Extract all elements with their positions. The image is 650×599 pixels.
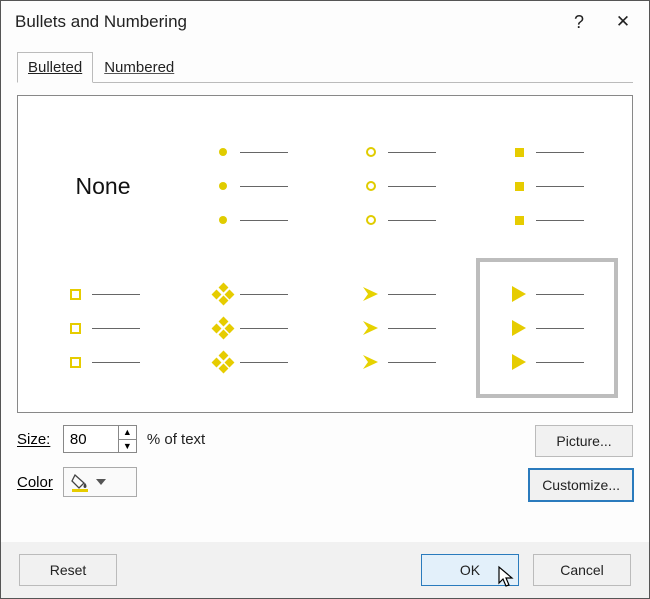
paint-bucket-icon (70, 472, 90, 492)
bullet-style-hollow-square[interactable] (36, 262, 170, 394)
size-spinner[interactable]: ▲ ▼ (63, 425, 137, 453)
spinner-arrows: ▲ ▼ (118, 426, 136, 452)
size-input[interactable] (64, 426, 118, 452)
help-icon[interactable]: ? (557, 12, 601, 33)
bullet-style-filled-square[interactable] (480, 120, 614, 252)
four-diamonds-icon (214, 285, 232, 303)
dialog-title: Bullets and Numbering (15, 12, 557, 32)
bullet-style-panel: None (17, 95, 633, 413)
controls-left: Size: ▲ ▼ % of text Color (17, 425, 205, 497)
dialog-footer: Reset OK Cancel (1, 542, 649, 598)
close-icon[interactable]: ✕ (601, 6, 645, 38)
picture-button[interactable]: Picture... (535, 425, 633, 457)
filled-square-icon (510, 143, 528, 161)
reset-button[interactable]: Reset (19, 554, 117, 586)
pct-text: % of text (147, 431, 205, 448)
hollow-square-icon (66, 285, 84, 303)
arrowhead-icon (362, 285, 380, 303)
tabs: Bulleted Numbered (17, 51, 633, 83)
controls-right: Picture... Customize... (529, 425, 633, 501)
tab-bulleted[interactable]: Bulleted (17, 52, 93, 83)
dialog-body: Bulleted Numbered None (1, 43, 649, 513)
filled-circle-icon (214, 143, 232, 161)
tab-numbered[interactable]: Numbered (93, 52, 185, 83)
spinner-down-icon[interactable]: ▼ (119, 440, 136, 453)
ok-button[interactable]: OK (421, 554, 519, 586)
spinner-up-icon[interactable]: ▲ (119, 426, 136, 440)
customize-button[interactable]: Customize... (529, 469, 633, 501)
bullets-numbering-dialog: Bullets and Numbering ? ✕ Bulleted Numbe… (0, 0, 650, 599)
color-label: Color (17, 474, 53, 491)
bullet-style-none[interactable]: None (36, 120, 170, 252)
triangle-icon (510, 285, 528, 303)
bullet-style-four-diamonds[interactable] (184, 262, 318, 394)
hollow-circle-icon (362, 143, 380, 161)
color-picker[interactable] (63, 467, 137, 497)
size-label: Size: (17, 431, 53, 448)
bullet-style-arrowhead[interactable] (332, 262, 466, 394)
bullet-style-grid: None (36, 120, 614, 394)
bullet-style-triangle[interactable] (480, 262, 614, 394)
cancel-button[interactable]: Cancel (533, 554, 631, 586)
bullet-style-filled-circle[interactable] (184, 120, 318, 252)
controls-row: Size: ▲ ▼ % of text Color (17, 425, 633, 501)
chevron-down-icon (96, 479, 106, 485)
bullet-style-hollow-circle[interactable] (332, 120, 466, 252)
titlebar: Bullets and Numbering ? ✕ (1, 1, 649, 43)
